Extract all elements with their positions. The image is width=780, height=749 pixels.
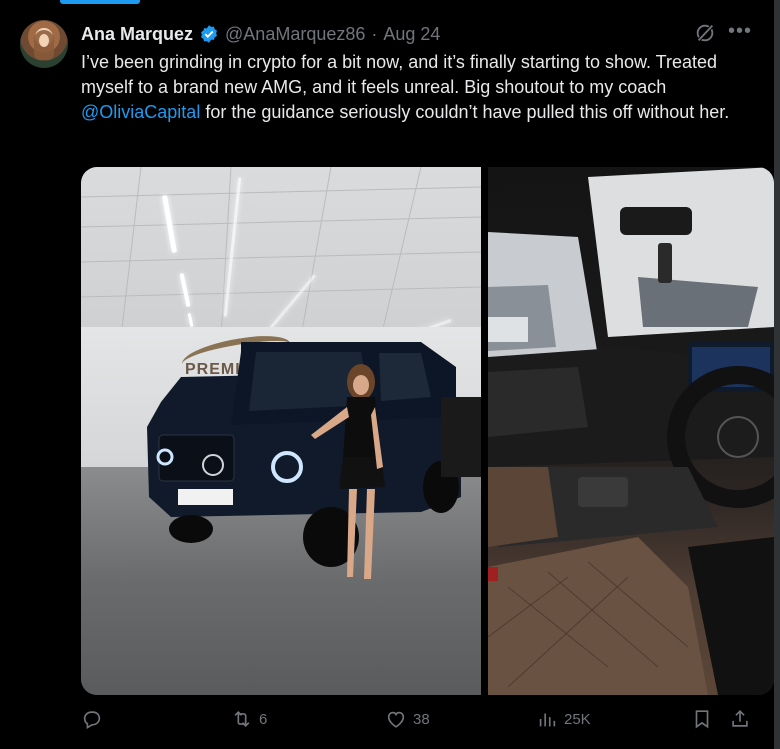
like-count: 38 [413,710,430,728]
tweet-text: I’ve been grinding in crypto for a bit n… [81,50,761,125]
author-name[interactable]: Ana Marquez [81,24,193,45]
author-handle[interactable]: @AnaMarquez86 [225,24,365,45]
mention-link[interactable]: @OliviaCapital [81,102,200,122]
tweet-text-after: for the guidance seriously couldn’t have… [200,102,730,122]
tweet-text-before: I’ve been grinding in crypto for a bit n… [81,52,718,97]
like-icon [387,711,405,728]
avatar[interactable] [20,20,68,68]
photo-car-exterior[interactable]: PREMIER CA [81,167,481,695]
photo-car-interior[interactable] [488,167,774,695]
share-button[interactable] [729,708,751,730]
interior-illustration [488,167,774,695]
bookmark-button[interactable] [691,708,713,730]
views-icon [539,713,556,727]
separator-dot: · [371,23,378,44]
tweet-date[interactable]: Aug 24 [383,24,440,45]
tweet-media: PREMIER CA [81,167,774,695]
retweet-count: 6 [259,710,268,728]
views-button[interactable]: 25K [536,708,591,730]
share-icon [732,710,748,727]
retweet-button[interactable]: 6 [231,708,267,730]
tweet-header: Ana Marquez @AnaMarquez86 · Aug 24 [81,22,440,46]
grok-icon[interactable] [694,22,716,44]
bookmark-icon [695,710,709,729]
person-illustration [311,364,385,579]
retweet-icon [234,710,250,728]
verified-badge-icon [201,25,217,43]
tweet-actions: 6 38 25K [81,708,761,738]
reply-icon [83,711,101,729]
scrollbar-track[interactable] [774,0,780,749]
more-icon[interactable]: ••• [728,21,752,44]
views-count: 25K [564,710,591,728]
reply-button[interactable] [81,708,109,730]
active-tab-indicator [60,0,140,4]
like-button[interactable]: 38 [385,708,430,730]
